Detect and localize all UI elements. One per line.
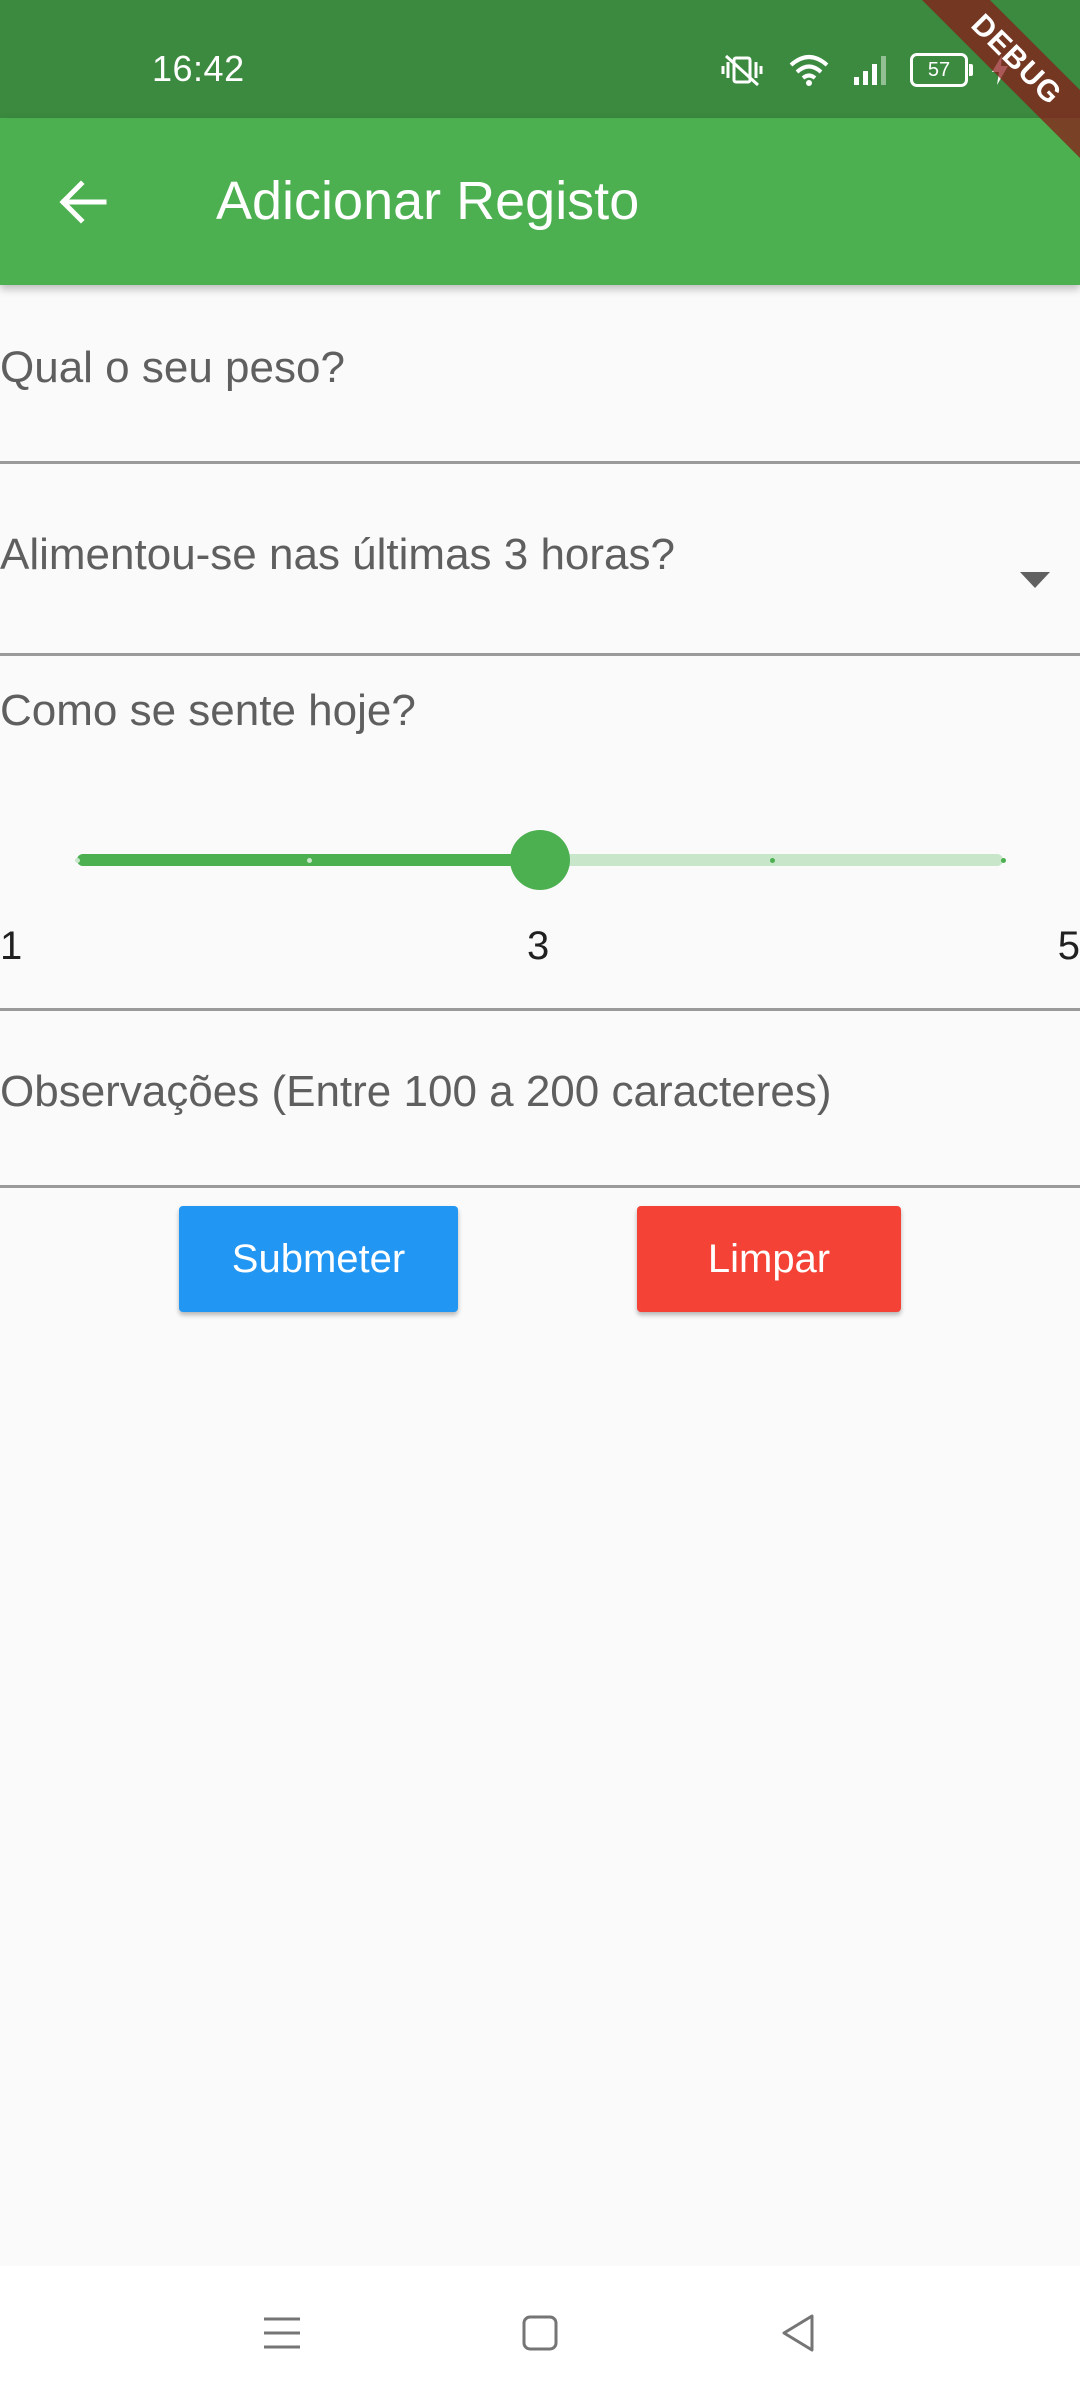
signal-icon	[852, 53, 888, 87]
navigation-bar	[0, 2266, 1080, 2400]
home-icon	[522, 2315, 558, 2351]
vibrate-off-icon	[718, 52, 766, 88]
weight-field-label: Qual o seu peso?	[0, 343, 345, 392]
menu-icon	[264, 2317, 300, 2349]
status-time: 16:42	[152, 48, 245, 89]
slider-min-label: 1	[0, 924, 23, 968]
slider-tick	[1001, 858, 1006, 863]
clear-button[interactable]: Limpar	[637, 1206, 901, 1312]
slider-tick	[75, 858, 80, 863]
submit-button[interactable]: Submeter	[179, 1206, 458, 1312]
fed-recently-dropdown[interactable]: Alimentou-se nas últimas 3 horas?	[0, 464, 1080, 656]
slider-max-label: 5	[1057, 924, 1080, 968]
wifi-icon	[788, 53, 830, 87]
status-bar: 16:42 57	[0, 0, 1080, 118]
nav-menu-button[interactable]	[237, 2288, 327, 2378]
nav-back-button[interactable]	[753, 2288, 843, 2378]
page-title: Adicionar Registo	[216, 171, 640, 231]
slider-thumb[interactable]	[510, 830, 570, 890]
weight-field[interactable]: Qual o seu peso?	[0, 285, 1080, 464]
status-icons: 57	[718, 50, 1010, 90]
feeling-slider[interactable]	[75, 830, 1006, 890]
slider-tick	[769, 858, 775, 863]
notes-field[interactable]: Observações (Entre 100 a 200 caracteres)	[0, 1011, 1080, 1188]
nav-home-button[interactable]	[495, 2288, 585, 2378]
slider-tick	[306, 858, 312, 863]
back-button[interactable]	[40, 159, 126, 245]
fed-recently-label: Alimentou-se nas últimas 3 horas?	[0, 530, 675, 579]
arrow-back-icon	[59, 180, 107, 224]
battery-icon: 57	[910, 53, 973, 87]
charging-icon	[990, 54, 1010, 86]
add-record-screen: 16:42 57 DEBUG Adicionar Registo Qual o …	[0, 0, 1080, 2400]
feeling-field: Como se sente hoje? 1 3 5	[0, 656, 1080, 1011]
app-bar: Adicionar Registo	[0, 118, 1080, 285]
back-triangle-icon	[782, 2314, 814, 2352]
slider-value-label: 3	[527, 924, 550, 968]
feeling-label: Como se sente hoje?	[0, 686, 416, 735]
notes-field-label: Observações (Entre 100 a 200 caracteres)	[0, 1067, 832, 1116]
dropdown-arrow-icon	[1020, 572, 1050, 588]
